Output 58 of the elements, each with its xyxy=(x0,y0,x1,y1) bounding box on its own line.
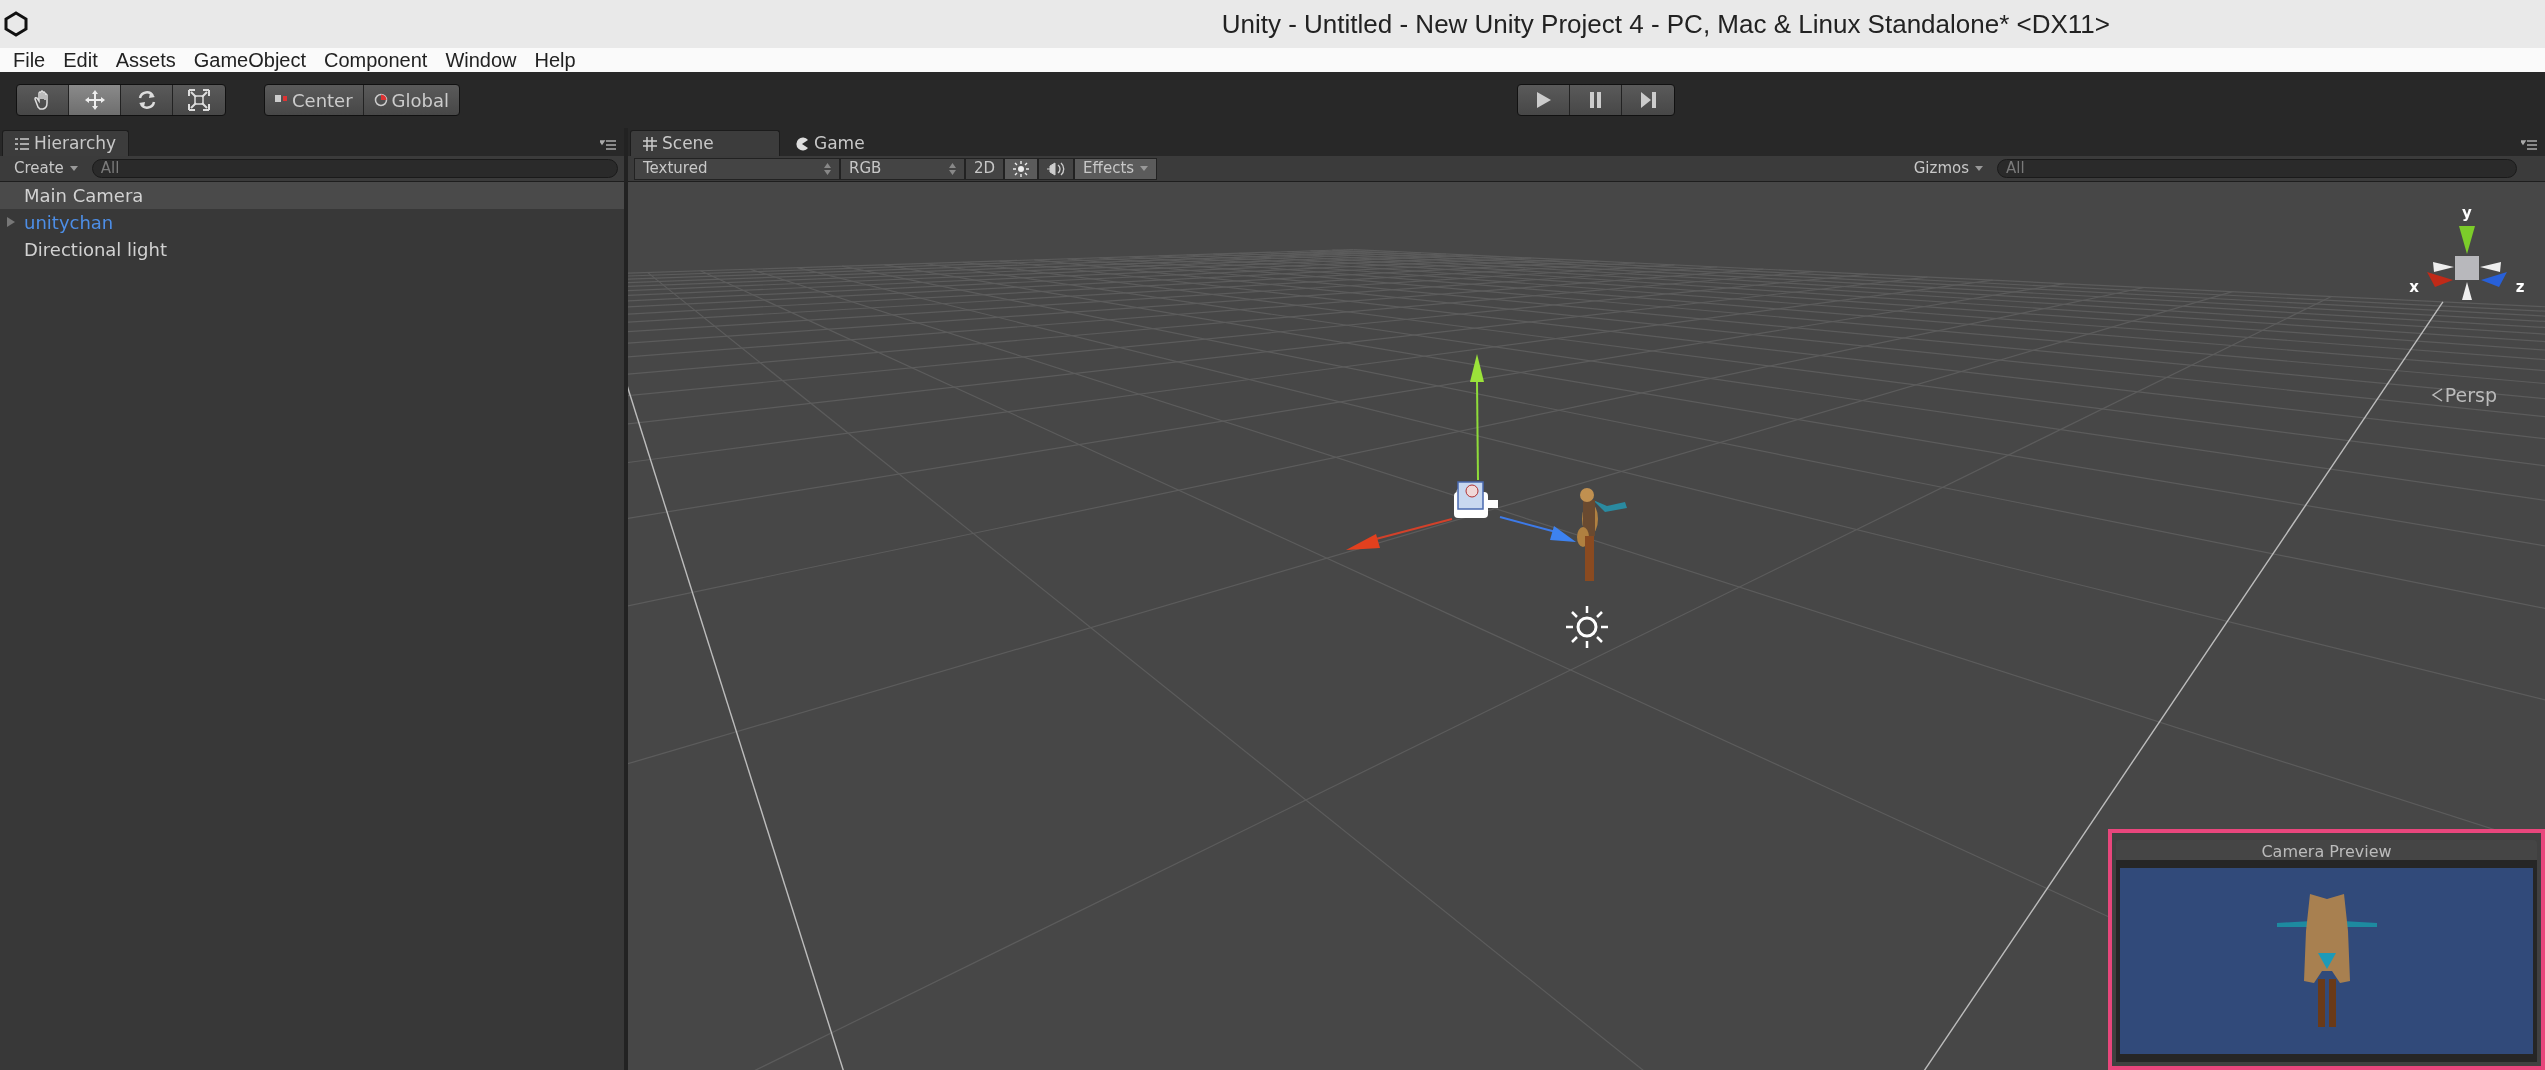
panel-menu-icon[interactable] xyxy=(2521,140,2537,150)
caret-icon xyxy=(1140,166,1149,171)
search-field[interactable]: All xyxy=(91,159,618,178)
projection-toggle[interactable]: Persp xyxy=(2430,381,2497,410)
z-axis-arrow[interactable] xyxy=(1499,516,1576,542)
pause-icon xyxy=(1587,91,1604,109)
scene-tab[interactable]: Game xyxy=(782,130,932,156)
menu-item[interactable]: Edit xyxy=(54,45,107,75)
axis-label: z xyxy=(2515,278,2525,296)
up-down-arrows-icon xyxy=(824,162,831,175)
2d-toggle[interactable]: 2D xyxy=(965,157,1005,180)
scene-tab[interactable]: Scene xyxy=(630,130,780,156)
pivot-button[interactable]: Global xyxy=(363,85,459,115)
speaker-icon xyxy=(1047,160,1066,177)
hierarchy-item[interactable]: unitychan xyxy=(0,209,624,236)
window-title: Unity - Untitled - New Unity Project 4 - PC, Mac & Linux Standalone* <DX11> xyxy=(1221,7,2110,41)
pacman-icon xyxy=(795,136,809,151)
menu-item[interactable]: Window xyxy=(436,45,526,75)
light-icon xyxy=(1564,604,1610,650)
sun-icon xyxy=(1013,160,1030,177)
play-icon xyxy=(1535,91,1552,109)
camera-icon xyxy=(1454,481,1498,518)
y-axis-arrow[interactable] xyxy=(1470,354,1484,481)
chevron-left-icon xyxy=(2430,388,2443,403)
menu-item[interactable]: Assets xyxy=(106,45,185,75)
menu-item[interactable]: Help xyxy=(525,45,585,75)
unity-logo-icon xyxy=(4,11,28,37)
draw-mode-dropdown[interactable]: Textured xyxy=(634,157,840,180)
effects-dropdown[interactable]: Effects xyxy=(1074,157,1158,180)
step-icon xyxy=(1639,91,1657,109)
gizmos-dropdown[interactable]: Gizmos xyxy=(1905,157,1991,180)
panel-title: Camera Preview xyxy=(2260,841,2393,860)
search-field[interactable]: All xyxy=(1997,159,2517,178)
audio-toggle[interactable] xyxy=(1038,157,1075,180)
caret-icon xyxy=(69,166,78,171)
axis-label: y xyxy=(2462,204,2472,222)
move-arrows-icon xyxy=(83,89,106,111)
menu-item[interactable]: GameObject xyxy=(184,45,315,75)
list-icon xyxy=(15,137,29,150)
menu-item[interactable]: Component xyxy=(315,45,437,75)
pivot-button[interactable]: Center xyxy=(265,85,364,115)
orientation-gizmo-drawing[interactable] xyxy=(2427,226,2507,300)
hierarchy-item[interactable]: Main Camera xyxy=(0,182,624,209)
hierarchy-tab[interactable]: Hierarchy xyxy=(2,130,130,156)
render-mode-dropdown[interactable]: RGB xyxy=(840,157,965,180)
axis-label: x xyxy=(2409,278,2419,296)
grid-icon xyxy=(643,136,657,151)
hierarchy-item[interactable]: Directional light xyxy=(0,236,624,263)
panel-menu-icon[interactable] xyxy=(600,140,616,150)
foldout-arrow-icon[interactable] xyxy=(7,217,15,227)
caret-icon xyxy=(1975,166,1983,171)
lighting-toggle[interactable] xyxy=(1004,157,1039,180)
menu-item[interactable]: File xyxy=(4,45,55,75)
create-dropdown[interactable]: Create xyxy=(6,157,86,180)
up-down-arrows-icon xyxy=(949,162,956,175)
global-icon xyxy=(373,93,388,107)
scale-icon xyxy=(188,89,210,111)
tool-button[interactable] xyxy=(69,85,121,115)
